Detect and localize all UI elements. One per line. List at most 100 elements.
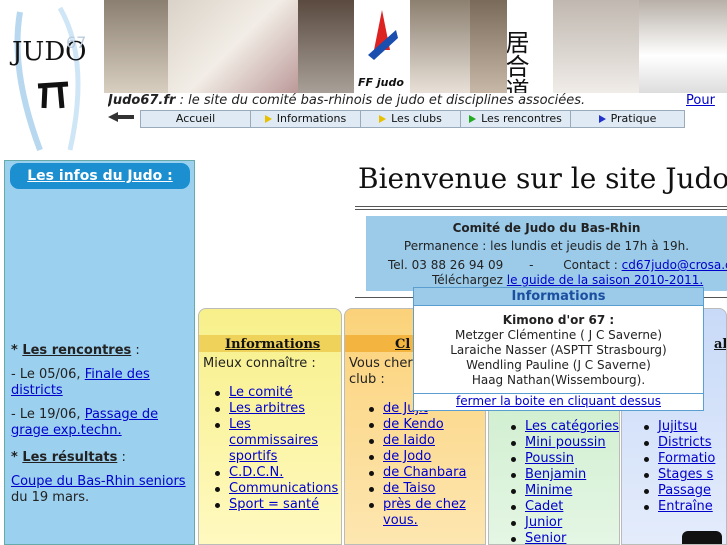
list-item: de Jodo — [361, 449, 485, 465]
commissaires-link[interactable]: Les commissaires sportifs — [229, 417, 318, 464]
cadet-link[interactable]: Cadet — [525, 499, 563, 514]
list-item: Stages s — [636, 467, 726, 483]
club-near-link[interactable]: près de chez vous. — [383, 497, 466, 528]
resultat-item: Coupe du Bas-Rhin seniors du 19 mars. — [11, 474, 193, 506]
left-news-panel: Les infos du Judo : * Les rencontres : -… — [4, 160, 195, 545]
main-menu: Accueil Informations Les clubs Les renco… — [140, 110, 685, 128]
categories-list: Les catégories Mini poussin Poussin Benj… — [503, 419, 619, 544]
jujitsu-link[interactable]: Jujitsu — [658, 419, 697, 434]
informations-title-link[interactable]: Informations — [225, 337, 320, 352]
menu-item-informations[interactable]: Informations — [251, 111, 361, 127]
list-item: Sport = santé — [207, 497, 341, 513]
categories-link[interactable]: Les catégories — [525, 419, 619, 434]
benjamin-link[interactable]: Benjamin — [525, 467, 586, 482]
list-item: Benjamin — [503, 467, 619, 483]
resultat-date: du 19 mars. — [11, 490, 90, 505]
list-item: Mini poussin — [503, 435, 619, 451]
popup-close-link[interactable]: fermer la boite en cliquant dessus — [414, 393, 703, 409]
list-item: Cadet — [503, 499, 619, 515]
club-taiso-link[interactable]: de Taiso — [383, 481, 435, 496]
club-kendo-link[interactable]: de Kendo — [383, 417, 444, 432]
senior-link[interactable]: Senior — [525, 531, 566, 544]
pratique-title-link[interactable]: al — [714, 337, 726, 352]
districts-link[interactable]: Districts — [658, 435, 711, 450]
site-logo[interactable]: JUDO 67 — [0, 0, 104, 158]
list-item: Les commissaires sportifs — [207, 417, 341, 465]
list-item: de Kendo — [361, 417, 485, 433]
guide-saison-link[interactable]: le guide de la saison 2010-2011. — [507, 273, 703, 287]
divider — [355, 209, 727, 210]
list-item: Jujitsu — [636, 419, 726, 435]
informations-popup[interactable]: Informations Kimono d'or 67 : Metzger Cl… — [413, 287, 704, 411]
resultats-heading-text: Les résultats — [22, 450, 118, 465]
list-item: Le comité — [207, 385, 341, 401]
club-iaido-link[interactable]: de Iaido — [383, 433, 435, 448]
communications-link[interactable]: Communications — [229, 481, 338, 496]
menu-item-accueil[interactable]: Accueil — [141, 111, 251, 127]
decorative-figure-icon — [682, 531, 722, 544]
mini-poussin-link[interactable]: Mini poussin — [525, 435, 606, 450]
comite-info-box: Comité de Judo du Bas-Rhin Permanence : … — [366, 216, 727, 291]
list-item: Formatio — [636, 451, 726, 467]
menu-label: Informations — [276, 112, 347, 125]
club-jodo-link[interactable]: de Jodo — [383, 449, 431, 464]
clubs-intro: Vous cher club : — [349, 356, 413, 387]
divider — [355, 206, 727, 207]
menu-label: Pratique — [610, 112, 657, 125]
pratique-list: Jujitsu Districts Formatio Stages s Pass… — [636, 419, 726, 515]
rencontre-date: - Le 05/06, — [11, 367, 85, 382]
list-item: Senior — [503, 531, 619, 544]
winner-line: Wendling Pauline (J C Saverne) — [466, 358, 651, 372]
winner-line: Laraiche Nasser (ASPTT Strasbourg) — [450, 343, 667, 357]
infos-judo-title[interactable]: Les infos du Judo : — [10, 163, 190, 189]
entrainement-link[interactable]: Entraîne — [658, 499, 713, 514]
arbitres-link[interactable]: Les arbitres — [229, 401, 305, 416]
passage-link[interactable]: Passage — [658, 483, 711, 498]
sport-sante-link[interactable]: Sport = santé — [229, 497, 319, 512]
kanji-text: 居合道 — [507, 30, 529, 93]
menu-label: Accueil — [175, 112, 216, 125]
judo-logo-graphic: JUDO 67 — [9, 6, 87, 152]
comite-title: Comité de Judo du Bas-Rhin — [452, 221, 641, 235]
contact-line: Tel. 03 88 26 94 09 - Contact : cd67judo… — [388, 258, 727, 272]
photo-kata — [553, 0, 639, 93]
list-item: Les catégories — [503, 419, 619, 435]
rencontres-heading: * Les rencontres : — [11, 343, 140, 358]
pour-link[interactable]: Pour — [686, 93, 715, 108]
photo-judoka-1 — [104, 0, 168, 93]
photo-throw — [298, 0, 354, 93]
tagline-site: Judo67.fr — [108, 93, 176, 108]
back-arrow-icon[interactable] — [106, 109, 136, 125]
site-tagline: Judo67.fr : le site du comité bas-rhinoi… — [108, 93, 727, 109]
minime-link[interactable]: Minime — [525, 483, 572, 498]
menu-item-pratique[interactable]: Pratique — [571, 111, 684, 127]
informations-intro: Mieux connaître : — [203, 356, 316, 371]
club-chanbara-link[interactable]: de Chanbara — [383, 465, 466, 480]
coupe-seniors-link[interactable]: Coupe du Bas-Rhin seniors — [11, 474, 186, 489]
photo-banner: FF judo 居合道 — [104, 0, 727, 93]
list-item: de Chanbara — [361, 465, 485, 481]
tagline-description: : le site du comité bas-rhinois de judo … — [175, 93, 586, 108]
list-item: près de chez vous. — [361, 497, 485, 529]
rencontre-item-1: - Le 05/06, Finale des districts — [11, 367, 189, 399]
formation-link[interactable]: Formatio — [658, 451, 715, 466]
guide-label: Téléchargez — [432, 273, 507, 287]
photo-kendo — [470, 0, 507, 93]
poussin-link[interactable]: Poussin — [525, 451, 574, 466]
list-item: Districts — [636, 435, 726, 451]
junior-link[interactable]: Junior — [525, 515, 562, 530]
menu-item-clubs[interactable]: Les clubs — [361, 111, 461, 127]
menu-label: Les clubs — [391, 112, 442, 125]
menu-item-rencontres[interactable]: Les rencontres — [461, 111, 571, 127]
stages-link[interactable]: Stages s — [658, 467, 713, 482]
ffjudo-logo-icon: FF judo — [354, 0, 410, 93]
contact-email-link[interactable]: cd67judo@crosa.c — [622, 258, 727, 272]
menu-label: Les rencontres — [481, 112, 562, 125]
list-item: Poussin — [503, 451, 619, 467]
list-item: de Taiso — [361, 481, 485, 497]
popup-body: Kimono d'or 67 : Metzger Clémentine ( J … — [414, 306, 703, 388]
clubs-title-link[interactable]: Cl — [395, 337, 410, 352]
list-item: C.D.C.N. — [207, 465, 341, 481]
comite-link[interactable]: Le comité — [229, 385, 293, 400]
cdcn-link[interactable]: C.D.C.N. — [229, 465, 283, 480]
